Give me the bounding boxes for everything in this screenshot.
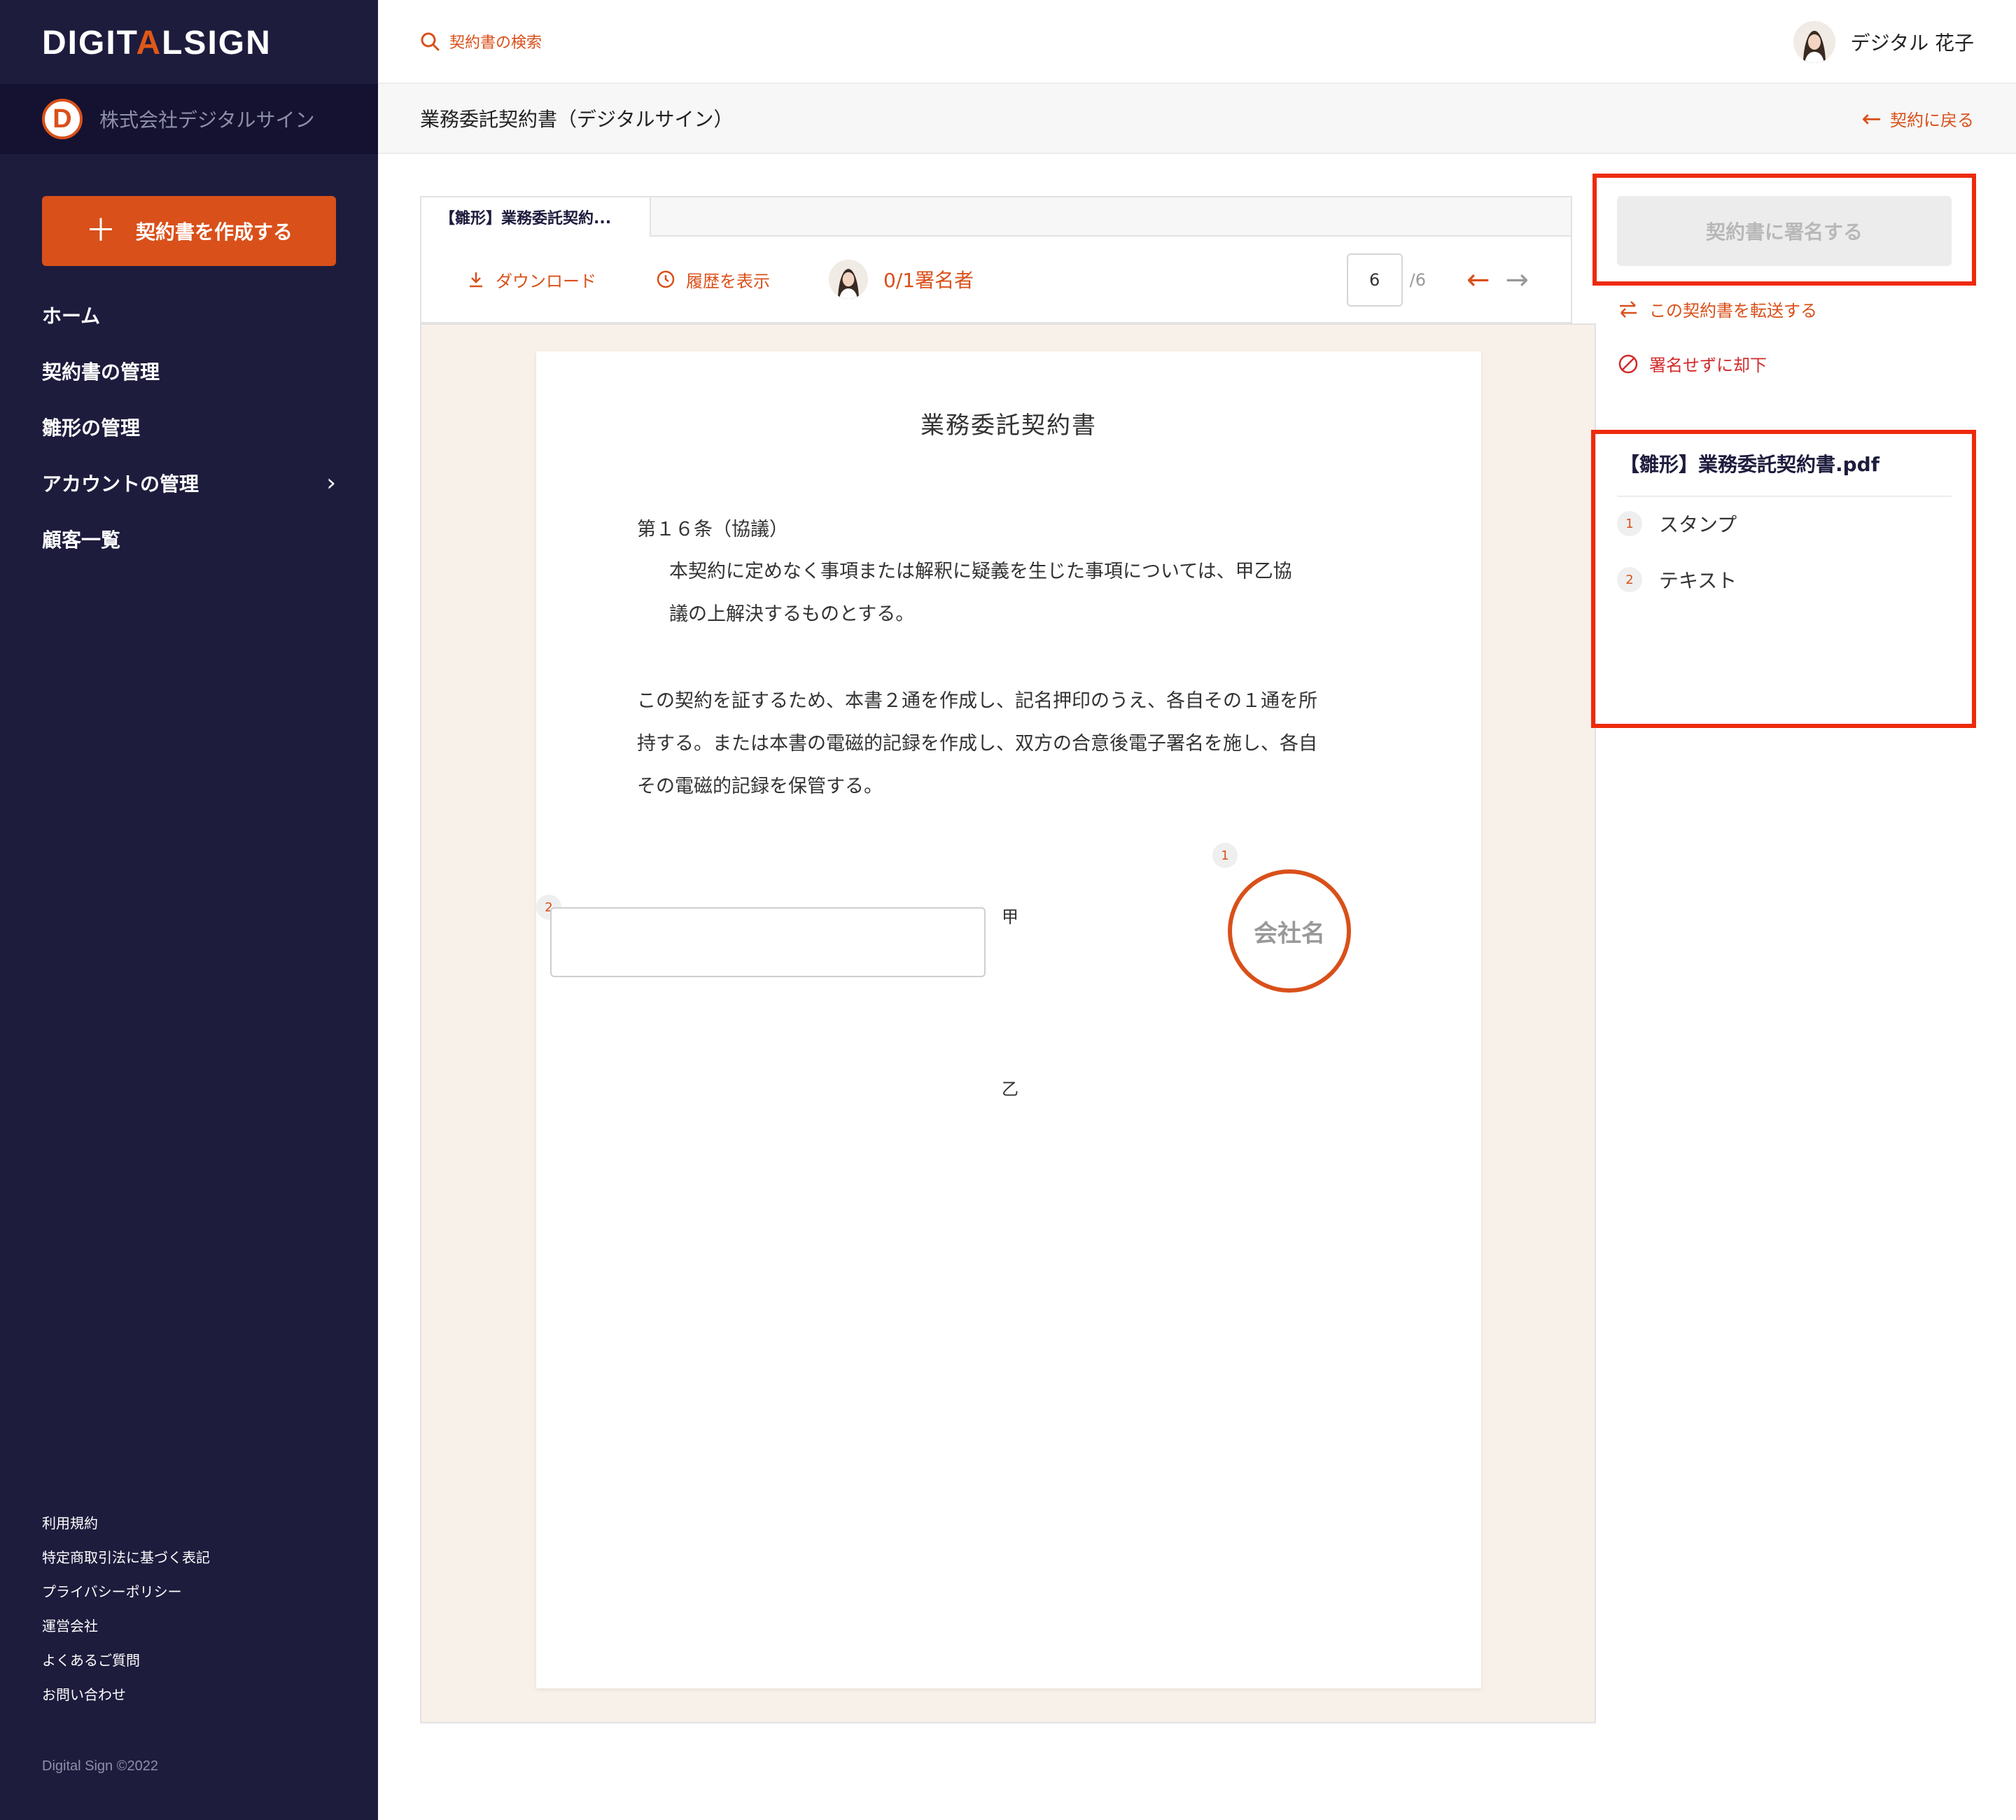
- article-title: 第１６条（協議）: [637, 519, 788, 540]
- tab-document[interactable]: 【雛形】業務委託契約...: [420, 196, 651, 237]
- arrow-left-icon: ←: [1861, 104, 1882, 133]
- footer-link-commercial-law[interactable]: 特定商取引法に基づく表記: [42, 1539, 210, 1574]
- document-title-bar: 業務委託契約書（デジタルサイン） ← 契約に戻る: [378, 84, 2016, 154]
- prohibited-icon: [1618, 354, 1638, 373]
- next-page-arrow-icon[interactable]: →: [1505, 266, 1529, 294]
- organization-avatar: D: [42, 99, 83, 139]
- plus-icon: ＋: [85, 213, 116, 248]
- app-logo[interactable]: DIGITALSIGN: [42, 24, 272, 62]
- copyright: Digital Sign ©2022: [42, 1758, 158, 1774]
- article-body-line: 本契約に定めなく事項または解釈に疑義を生じた事項については、甲乙協: [669, 561, 1292, 582]
- chevron-right-icon: ›: [326, 469, 336, 497]
- footer-link-terms[interactable]: 利用規約: [42, 1505, 210, 1539]
- sidebar-item-customer-list[interactable]: 顧客一覧: [42, 511, 336, 567]
- create-contract-button[interactable]: ＋ 契約書を作成する: [42, 196, 336, 266]
- party-a-label: 甲: [1002, 907, 1018, 927]
- user-name: デジタル 花子: [1850, 31, 1974, 55]
- sidebar-item-home[interactable]: ホーム: [42, 287, 336, 343]
- user-menu[interactable]: デジタル 花子: [1793, 21, 1974, 63]
- download-button[interactable]: ダウンロード: [466, 267, 596, 292]
- document-canvas: 業務委託契約書 第１６条（協議） 本契約に定めなく事項または解釈に疑義を生じた事…: [420, 323, 1596, 1723]
- closing-line: 持する。または本書の電磁的記録を作成し、双方の合意後電子署名を施し、各自: [637, 733, 1317, 755]
- closing-line: この契約を証するため、本書２通を作成し、記名押印のうえ、各自その１通を所: [637, 690, 1317, 712]
- user-avatar: [1793, 21, 1835, 63]
- top-bar: 契約書の検索 デジタル 花子: [378, 0, 2016, 84]
- stamp-field-badge: 1: [1212, 843, 1238, 868]
- download-icon: [470, 272, 482, 288]
- signer-avatar: [829, 260, 868, 299]
- sidebar-nav: ホーム 契約書の管理 雛形の管理 アカウントの管理 › 顧客一覧: [42, 287, 336, 567]
- footer-links: 利用規約 特定商取引法に基づく表記 プライバシーポリシー 運営会社 よくあるご質…: [42, 1505, 210, 1711]
- footer-link-company[interactable]: 運営会社: [42, 1608, 210, 1642]
- contract-search-link[interactable]: 契約書の検索: [420, 30, 542, 52]
- organization-switcher[interactable]: D 株式会社デジタルサイン: [0, 84, 378, 154]
- party-b-label: 乙: [1002, 1079, 1018, 1099]
- signer-status[interactable]: 0/1署名者: [829, 260, 974, 299]
- text-input-field[interactable]: [550, 907, 986, 977]
- page-number-input[interactable]: 6: [1346, 253, 1403, 307]
- sidebar-item-contract-management[interactable]: 契約書の管理: [42, 343, 336, 399]
- document-viewer: 【雛形】業務委託契約... ダウンロード 履歴を表示 0/1署名者 6 /6 ←…: [420, 196, 1596, 1723]
- clock-icon: [657, 270, 675, 288]
- back-to-contract-link[interactable]: ← 契約に戻る: [1862, 106, 1975, 131]
- viewer-toolbar: ダウンロード 履歴を表示 0/1署名者 6 /6 ← →: [420, 237, 1572, 323]
- sidebar-item-account-management[interactable]: アカウントの管理 ›: [42, 455, 336, 511]
- highlight-box-sign-button: [1592, 174, 1976, 286]
- company-stamp-field[interactable]: 会社名: [1228, 869, 1351, 993]
- highlight-box-field-list: [1591, 430, 1976, 728]
- transfer-icon: [1620, 300, 1637, 318]
- sidebar: DIGITALSIGN D 株式会社デジタルサイン ＋ 契約書を作成する ホーム…: [0, 0, 378, 1820]
- forward-contract-link[interactable]: この契約書を転送する: [1617, 297, 1817, 321]
- history-button[interactable]: 履歴を表示: [655, 267, 770, 292]
- article-body-line: 議の上解決するものとする。: [669, 603, 915, 625]
- page-navigator: 6 /6 ← →: [1346, 253, 1529, 307]
- footer-link-privacy[interactable]: プライバシーポリシー: [42, 1574, 210, 1608]
- footer-link-contact[interactable]: お問い合わせ: [42, 1676, 210, 1711]
- closing-line: その電磁的記録を保管する。: [637, 776, 883, 797]
- reject-without-signing-link[interactable]: 署名せずに却下: [1617, 351, 1767, 376]
- page-title: 業務委託契約書（デジタルサイン）: [420, 108, 734, 131]
- organization-name: 株式会社デジタルサイン: [99, 108, 315, 132]
- document-page: 業務委託契約書 第１６条（協議） 本契約に定めなく事項または解釈に疑義を生じた事…: [536, 351, 1481, 1688]
- page-total: /6: [1409, 270, 1426, 290]
- previous-page-arrow-icon[interactable]: ←: [1466, 266, 1490, 294]
- footer-link-faq[interactable]: よくあるご質問: [42, 1642, 210, 1676]
- document-heading: 業務委託契約書: [920, 412, 1097, 440]
- sidebar-item-template-management[interactable]: 雛形の管理: [42, 399, 336, 455]
- search-icon: [421, 32, 440, 51]
